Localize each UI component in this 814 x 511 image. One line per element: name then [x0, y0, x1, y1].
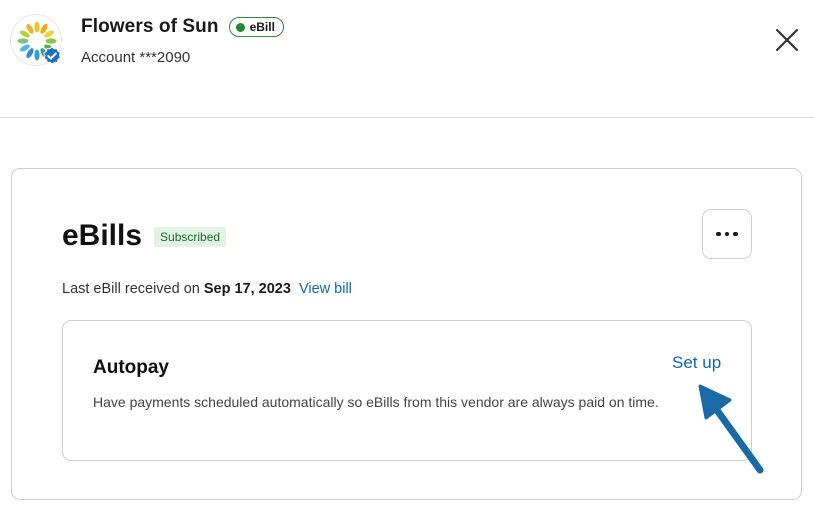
- autopay-description: Have payments scheduled automatically so…: [93, 394, 659, 410]
- ebills-title-row: eBills Subscribed: [62, 219, 227, 253]
- ebill-dot-icon: [235, 22, 245, 32]
- more-dots-icon: [716, 231, 721, 237]
- last-ebill-prefix: Last eBill received on: [62, 281, 200, 297]
- ebill-status-pill: eBill: [228, 17, 284, 37]
- vendor-name: Flowers of Sun: [81, 16, 219, 37]
- vendor-header: Flowers of Sun eBill Account ***2090: [0, 0, 814, 118]
- more-dots-icon: [724, 231, 730, 237]
- account-number: Account ***2090: [81, 49, 191, 66]
- more-dots-icon: [733, 231, 738, 237]
- verified-check-icon: [43, 46, 62, 65]
- last-ebill-row: Last eBill received on Sep 17, 2023 View…: [62, 281, 352, 297]
- ebills-title: eBills: [62, 219, 143, 252]
- last-ebill-date: Sep 17, 2023: [203, 281, 291, 297]
- subscribed-badge: Subscribed: [154, 227, 227, 247]
- autopay-panel: Autopay Have payments scheduled automati…: [62, 320, 752, 461]
- close-icon[interactable]: [772, 25, 802, 55]
- ebills-card: eBills Subscribed Last eBill received on…: [11, 168, 802, 500]
- ebill-pill-label: eBill: [249, 20, 275, 34]
- vendor-title-row: Flowers of Sun eBill: [81, 16, 284, 38]
- autopay-title: Autopay: [93, 357, 169, 378]
- more-options-button[interactable]: [702, 209, 752, 259]
- autopay-setup-link[interactable]: Set up: [672, 353, 721, 373]
- view-bill-link[interactable]: View bill: [299, 281, 352, 297]
